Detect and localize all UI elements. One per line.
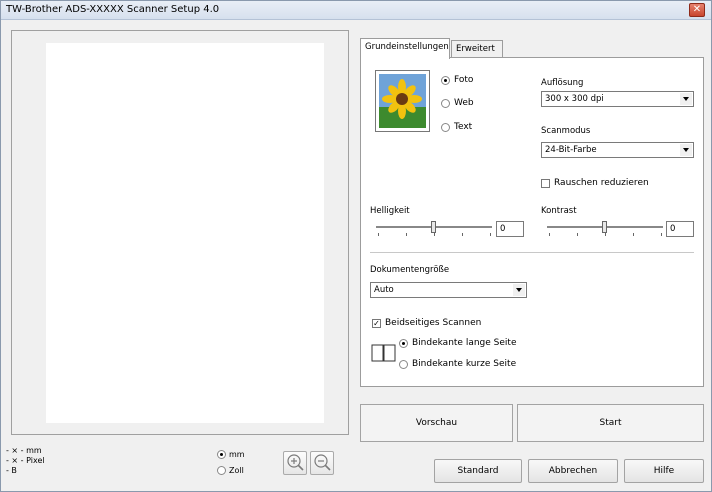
duplex-label: Beidseitiges Scannen <box>385 318 482 328</box>
zoom-in-button[interactable] <box>283 451 307 475</box>
size-mm-readout: - × - mm <box>6 446 42 455</box>
aufloesung-label: Auflösung <box>541 78 584 88</box>
hilfe-button[interactable]: Hilfe <box>624 459 704 483</box>
sunflower-icon <box>379 74 426 128</box>
title-bar[interactable]: TW-Brother ADS-XXXXX Scanner Setup 4.0 ✕ <box>1 1 711 20</box>
scanmodus-label: Scanmodus <box>541 126 591 136</box>
duplex-checkbox[interactable]: ✓ <box>372 318 381 328</box>
scanmodus-select[interactable]: 24-Bit-Farbe <box>541 142 694 158</box>
slider-tick <box>549 233 550 236</box>
image-type-web[interactable]: Web <box>441 98 474 108</box>
slider-tick <box>605 233 606 236</box>
zoom-out-button[interactable] <box>310 451 334 475</box>
image-type-foto[interactable]: Foto <box>441 75 473 85</box>
text-radio[interactable] <box>441 122 450 132</box>
scanmodus-value: 24-Bit-Farbe <box>545 145 597 155</box>
window-title: TW-Brother ADS-XXXXX Scanner Setup 4.0 <box>6 4 220 15</box>
rauschen-checkbox[interactable] <box>541 178 550 188</box>
slider-tick <box>406 233 407 236</box>
slider-tick <box>633 233 634 236</box>
preview-page <box>46 43 324 423</box>
preview-area[interactable] <box>11 30 349 435</box>
zoom-in-icon <box>287 454 304 471</box>
kontrast-slider[interactable] <box>547 220 663 240</box>
bindekante-lang-radio[interactable] <box>399 338 408 348</box>
bindekante-kurz-option[interactable]: Bindekante kurze Seite <box>399 359 516 369</box>
unit-zoll-option[interactable]: Zoll <box>217 466 244 475</box>
close-button[interactable]: ✕ <box>689 3 705 17</box>
chevron-down-icon <box>513 284 525 296</box>
binding-edge-icon <box>371 343 397 363</box>
dokument-label: Dokumentengröße <box>370 265 450 275</box>
text-label: Text <box>454 122 473 132</box>
unit-mm-radio[interactable] <box>217 450 226 459</box>
size-bytes-readout: - B <box>6 466 17 475</box>
web-label: Web <box>454 98 474 108</box>
unit-mm-label: mm <box>229 450 245 459</box>
rauschen-label: Rauschen reduzieren <box>554 178 649 188</box>
helligkeit-value[interactable]: 0 <box>496 221 524 237</box>
image-type-thumbnail <box>375 70 430 132</box>
size-pixel-readout: - × - Pixel <box>6 456 45 465</box>
aufloesung-value: 300 x 300 dpi <box>545 94 604 104</box>
helligkeit-slider[interactable] <box>376 220 492 240</box>
image-type-text[interactable]: Text <box>441 122 472 132</box>
slider-handle[interactable] <box>431 221 436 233</box>
bindekante-lang-option[interactable]: Bindekante lange Seite <box>399 338 516 348</box>
unit-zoll-label: Zoll <box>229 466 244 475</box>
dokument-select[interactable]: Auto <box>370 282 527 298</box>
slider-tick <box>462 233 463 236</box>
slider-tick <box>490 233 491 236</box>
dokument-value: Auto <box>374 285 394 295</box>
foto-radio[interactable] <box>441 75 450 85</box>
aufloesung-select[interactable]: 300 x 300 dpi <box>541 91 694 107</box>
bindekante-kurz-label: Bindekante kurze Seite <box>412 359 517 369</box>
slider-handle[interactable] <box>602 221 607 233</box>
slider-tick <box>577 233 578 236</box>
chevron-down-icon <box>680 93 692 105</box>
kontrast-value[interactable]: 0 <box>666 221 694 237</box>
slider-tick <box>434 233 435 236</box>
slider-tick <box>661 233 662 236</box>
duplex-option[interactable]: ✓ Beidseitiges Scannen <box>372 318 481 328</box>
kontrast-label: Kontrast <box>541 206 577 216</box>
helligkeit-label: Helligkeit <box>370 206 410 216</box>
zoom-out-icon <box>314 454 331 471</box>
tab-erweitert[interactable]: Erweitert <box>451 40 503 57</box>
abbrechen-button[interactable]: Abbrechen <box>528 459 618 483</box>
chevron-down-icon <box>680 144 692 156</box>
vorschau-button[interactable]: Vorschau <box>360 404 513 442</box>
slider-tick <box>378 233 379 236</box>
web-radio[interactable] <box>441 98 450 108</box>
start-button[interactable]: Start <box>517 404 704 442</box>
standard-button[interactable]: Standard <box>434 459 522 483</box>
foto-label: Foto <box>454 75 474 85</box>
tab-grundeinstellungen[interactable]: Grundeinstellungen <box>360 38 450 59</box>
rauschen-option[interactable]: Rauschen reduzieren <box>541 178 649 188</box>
section-divider <box>370 252 694 253</box>
unit-mm-option[interactable]: mm <box>217 450 245 459</box>
unit-zoll-radio[interactable] <box>217 466 226 475</box>
bindekante-lang-label: Bindekante lange Seite <box>412 338 517 348</box>
bindekante-kurz-radio[interactable] <box>399 359 408 369</box>
